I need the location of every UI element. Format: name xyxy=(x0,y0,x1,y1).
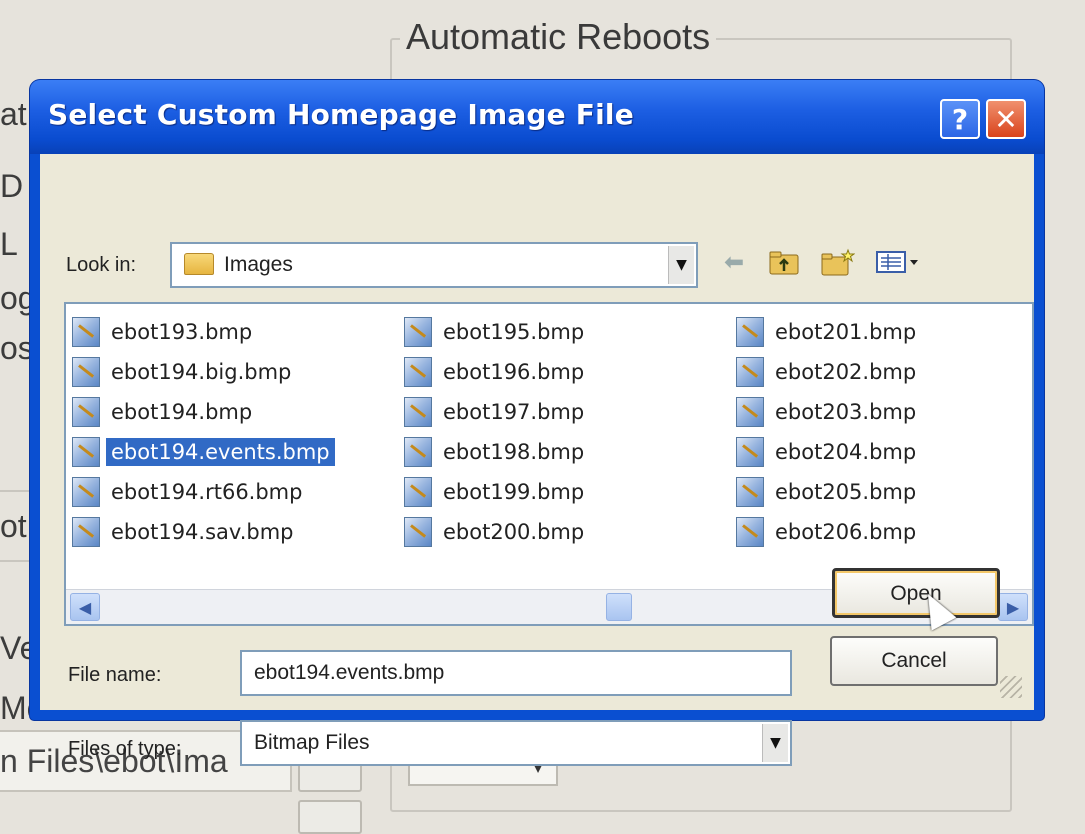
chevron-down-icon[interactable]: ▼ xyxy=(762,724,788,762)
file-name: ebot202.bmp xyxy=(775,360,917,384)
bitmap-file-icon xyxy=(404,317,432,347)
file-column-3: ebot201.bmp ebot202.bmp ebot203.bmp ebot… xyxy=(736,312,921,552)
file-name-value: ebot194.events.bmp xyxy=(254,661,445,684)
bitmap-file-icon xyxy=(736,397,764,427)
bitmap-file-icon xyxy=(72,317,100,347)
file-name: ebot206.bmp xyxy=(775,520,917,544)
arrow-left-icon[interactable]: ⬅ xyxy=(718,244,750,280)
file-name: ebot200.bmp xyxy=(443,520,585,544)
look-in-value: Images xyxy=(224,253,293,276)
files-of-type-label: Files of type: xyxy=(68,738,182,760)
list-item-selected[interactable]: ebot194.events.bmp xyxy=(72,432,335,472)
file-name: ebot198.bmp xyxy=(443,440,585,464)
background-text-fragment: os xyxy=(0,330,34,366)
list-item[interactable]: ebot202.bmp xyxy=(736,352,921,392)
list-item[interactable]: ebot203.bmp xyxy=(736,392,921,432)
file-name: ebot201.bmp xyxy=(775,320,917,344)
list-item[interactable]: ebot205.bmp xyxy=(736,472,921,512)
look-in-label: Look in: xyxy=(66,254,137,276)
open-button[interactable]: Open xyxy=(832,568,1000,618)
list-item[interactable]: ebot195.bmp xyxy=(404,312,589,352)
file-name: ebot195.bmp xyxy=(443,320,585,344)
file-name: ebot204.bmp xyxy=(775,440,917,464)
file-name: ebot203.bmp xyxy=(775,400,917,424)
list-item[interactable]: ebot198.bmp xyxy=(404,432,589,472)
bitmap-file-icon xyxy=(72,397,100,427)
file-name: ebot197.bmp xyxy=(443,400,585,424)
list-item[interactable]: ebot193.bmp xyxy=(72,312,335,352)
bitmap-file-icon xyxy=(72,477,100,507)
files-of-type-combo[interactable]: Bitmap Files ▼ xyxy=(240,720,792,766)
bitmap-file-icon xyxy=(736,437,764,467)
file-name: ebot205.bmp xyxy=(775,480,917,504)
bitmap-file-icon xyxy=(72,437,100,467)
close-button[interactable]: ✕ xyxy=(986,99,1026,139)
list-item[interactable]: ebot194.big.bmp xyxy=(72,352,335,392)
files-of-type-value: Bitmap Files xyxy=(254,731,370,754)
bitmap-file-icon xyxy=(72,517,100,547)
bitmap-file-icon xyxy=(404,397,432,427)
background-groupbox-title: Automatic Reboots xyxy=(400,16,717,58)
file-name: ebot194.big.bmp xyxy=(111,360,292,384)
list-item[interactable]: ebot194.rt66.bmp xyxy=(72,472,335,512)
help-button[interactable]: ? xyxy=(940,99,980,139)
file-name: ebot193.bmp xyxy=(111,320,253,344)
list-item[interactable]: ebot204.bmp xyxy=(736,432,921,472)
list-item[interactable]: ebot196.bmp xyxy=(404,352,589,392)
look-in-value-wrap: Images xyxy=(184,253,293,277)
view-menu-icon[interactable] xyxy=(874,244,922,280)
bitmap-file-icon xyxy=(72,357,100,387)
file-column-2: ebot195.bmp ebot196.bmp ebot197.bmp ebot… xyxy=(404,312,589,552)
background-text-fragment: at xyxy=(0,96,27,132)
bitmap-file-icon xyxy=(736,517,764,547)
new-folder-icon[interactable] xyxy=(818,244,858,280)
list-item[interactable]: ebot206.bmp xyxy=(736,512,921,552)
resize-grip-icon[interactable] xyxy=(1000,676,1022,698)
scroll-right-icon[interactable]: ▶ xyxy=(998,593,1028,621)
cancel-button[interactable]: Cancel xyxy=(830,636,998,686)
dialog-titlebar[interactable]: Select Custom Homepage Image File ? ✕ xyxy=(30,80,1044,154)
bitmap-file-icon xyxy=(404,357,432,387)
scroll-left-icon[interactable]: ◀ xyxy=(70,593,100,621)
file-name: ebot194.rt66.bmp xyxy=(111,480,303,504)
bitmap-file-icon xyxy=(736,357,764,387)
bitmap-file-icon xyxy=(736,477,764,507)
file-name: ebot194.sav.bmp xyxy=(111,520,294,544)
file-column-1: ebot193.bmp ebot194.big.bmp ebot194.bmp … xyxy=(72,312,335,552)
list-item[interactable]: ebot194.bmp xyxy=(72,392,335,432)
file-name: ebot194.events.bmp xyxy=(106,438,335,466)
file-name: ebot199.bmp xyxy=(443,480,585,504)
background-text-fragment: D xyxy=(0,168,24,204)
scrollbar-thumb[interactable] xyxy=(606,593,632,621)
list-item[interactable]: ebot194.sav.bmp xyxy=(72,512,335,552)
list-item[interactable]: ebot199.bmp xyxy=(404,472,589,512)
file-name-label: File name: xyxy=(68,664,162,686)
file-name: ebot194.bmp xyxy=(111,400,253,424)
up-folder-icon[interactable] xyxy=(766,244,802,280)
bitmap-file-icon xyxy=(404,517,432,547)
dialog-title: Select Custom Homepage Image File xyxy=(48,98,634,131)
file-name-input[interactable]: ebot194.events.bmp xyxy=(240,650,792,696)
bitmap-file-icon xyxy=(404,437,432,467)
list-item[interactable]: ebot197.bmp xyxy=(404,392,589,432)
file-name: ebot196.bmp xyxy=(443,360,585,384)
folder-icon xyxy=(184,253,214,276)
list-item[interactable]: ebot201.bmp xyxy=(736,312,921,352)
list-item[interactable]: ebot200.bmp xyxy=(404,512,589,552)
bitmap-file-icon xyxy=(404,477,432,507)
background-text-fragment: ot xyxy=(0,508,27,544)
background-browse-button-2[interactable] xyxy=(298,800,362,834)
file-open-dialog: Select Custom Homepage Image File ? ✕ Lo… xyxy=(30,80,1044,766)
dialog-client-area: Look in: Images ▼ ⬅ ebot193.bmp ebot194.… xyxy=(40,154,1034,766)
bitmap-file-icon xyxy=(736,317,764,347)
chevron-down-icon[interactable]: ▼ xyxy=(668,246,694,284)
background-text-fragment: L xyxy=(0,226,18,262)
look-in-combo[interactable]: Images ▼ xyxy=(170,242,698,288)
